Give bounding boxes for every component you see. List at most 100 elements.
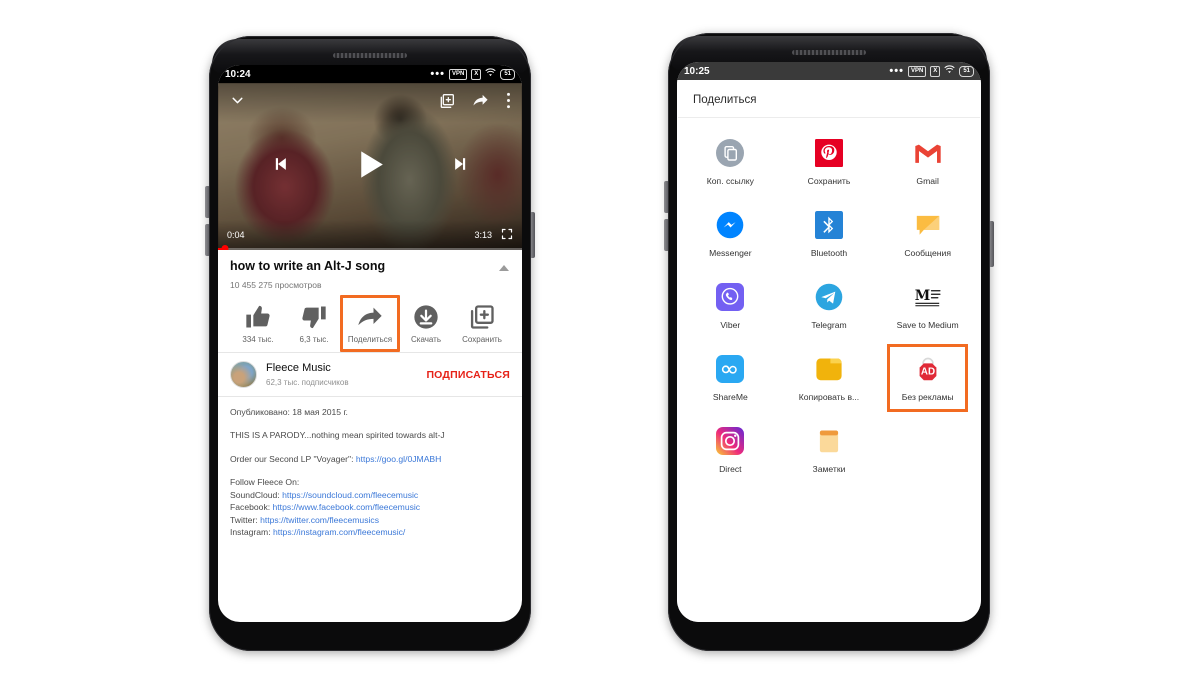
- video-action-bar: 334 тыс. 6,3 тыс. Поделиться Скачать Сох…: [230, 295, 510, 352]
- share-button-label: Поделиться: [347, 335, 393, 344]
- download-button[interactable]: Скачать: [398, 298, 454, 348]
- share-target-viber[interactable]: Viber: [681, 270, 780, 342]
- facebook-line: Facebook: https://www.facebook.com/fleec…: [230, 501, 510, 513]
- caret-up-icon[interactable]: [498, 261, 510, 275]
- power-button[interactable]: [989, 221, 994, 267]
- order-lp-link[interactable]: https://goo.gl/0JMABH: [356, 454, 442, 464]
- player-bottom-bar: 0:04 3:13: [218, 220, 522, 250]
- volume-up-button[interactable]: [205, 186, 210, 218]
- share-target-label: ShareMe: [712, 392, 748, 402]
- share-target-gmail[interactable]: Gmail: [878, 126, 977, 198]
- progress-scrubber-handle[interactable]: [221, 245, 229, 250]
- chevron-down-icon[interactable]: [229, 92, 246, 114]
- video-progress-bar[interactable]: [218, 245, 522, 250]
- skip-previous-icon[interactable]: [270, 154, 290, 179]
- view-count-label: 10 455 275 просмотров: [230, 280, 322, 290]
- fullscreen-icon[interactable]: [501, 228, 513, 242]
- volume-down-button[interactable]: [664, 219, 669, 251]
- current-time-label: 0:04: [227, 230, 245, 240]
- save-button-label: Сохранить: [462, 335, 502, 344]
- grid-empty-cell: [878, 414, 977, 486]
- no-signal-icon: X: [471, 68, 482, 80]
- share-target-label: Bluetooth: [810, 248, 848, 258]
- share-target-messages[interactable]: Сообщения: [878, 198, 977, 270]
- messenger-icon: [717, 211, 744, 239]
- vpn-icon: VPN: [448, 68, 468, 80]
- share-target-label: Save to Medium: [896, 320, 959, 330]
- like-button[interactable]: 334 тыс.: [230, 298, 286, 348]
- pinterest-icon: [814, 139, 843, 167]
- duration-label: 3:13: [474, 230, 492, 240]
- facebook-label: Facebook:: [230, 502, 273, 513]
- share-sheet: Поделиться Коп. ссылку Сохранить Gmail M…: [677, 80, 981, 622]
- page-title: how to write an Alt-J song: [230, 259, 386, 273]
- soundcloud-line: SoundCloud: https://soundcloud.com/fleec…: [230, 489, 510, 501]
- soundcloud-link[interactable]: https://soundcloud.com/fleecemusic: [282, 490, 418, 500]
- battery-icon: 51: [959, 65, 974, 77]
- vpn-icon: VPN: [907, 65, 927, 77]
- messages-icon: [916, 215, 939, 235]
- video-player[interactable]: 0:04 3:13: [218, 83, 522, 250]
- right-phone-screen: 10:25 ••• VPN X 51 Поделиться Коп. ссылк…: [677, 62, 981, 622]
- share-arrow-icon[interactable]: [472, 92, 489, 114]
- right-status-bar: 10:25 ••• VPN X 51: [677, 62, 981, 80]
- file-manager-icon: [816, 358, 842, 381]
- add-to-queue-icon[interactable]: [439, 93, 455, 114]
- thumbs-down-icon: [302, 306, 326, 329]
- volume-up-button[interactable]: [664, 181, 669, 213]
- video-title-row[interactable]: how to write an Alt-J song: [230, 259, 510, 275]
- subscribe-button[interactable]: ПОДПИСАТЬСЯ: [426, 369, 510, 381]
- status-time: 10:25: [684, 65, 710, 77]
- share-target-label: Без рекламы: [901, 392, 954, 402]
- like-count-label: 334 тыс.: [242, 335, 274, 344]
- share-target-label: Копировать в...: [798, 392, 860, 402]
- bluetooth-icon: [814, 211, 843, 239]
- status-dots-icon: •••: [430, 68, 445, 80]
- medium-icon: M: [914, 288, 941, 307]
- telegram-icon: [815, 283, 843, 311]
- video-meta-section: how to write an Alt-J song 10 455 275 пр…: [218, 250, 522, 352]
- share-sheet-title: Поделиться: [693, 94, 757, 106]
- share-arrow-icon: [358, 307, 382, 326]
- power-button[interactable]: [530, 212, 535, 258]
- viber-icon: [716, 283, 745, 311]
- share-target-shareme[interactable]: ShareMe: [681, 342, 780, 414]
- instagram-label: Instagram:: [230, 527, 273, 538]
- share-target-pinterest[interactable]: Сохранить: [780, 126, 879, 198]
- parody-note: THIS IS A PARODY...nothing mean spirited…: [230, 430, 445, 441]
- instagram-link[interactable]: https://instagram.com/fleecemusic/: [273, 527, 405, 537]
- status-time: 10:24: [225, 68, 251, 80]
- share-target-bluetooth[interactable]: Bluetooth: [780, 198, 879, 270]
- share-target-copy-to[interactable]: Копировать в...: [780, 342, 879, 414]
- share-target-notes[interactable]: Заметки: [780, 414, 879, 486]
- channel-row[interactable]: Fleece Music 62,3 тыс. подписчиков ПОДПИ…: [218, 353, 522, 396]
- share-button[interactable]: Поделиться: [340, 295, 400, 352]
- volume-down-button[interactable]: [205, 224, 210, 256]
- soundcloud-label: SoundCloud:: [230, 489, 283, 500]
- share-target-messenger[interactable]: Messenger: [681, 198, 780, 270]
- save-button[interactable]: Сохранить: [454, 298, 510, 348]
- channel-text: Fleece Music 62,3 тыс. подписчиков: [266, 362, 417, 386]
- play-icon[interactable]: [352, 146, 389, 188]
- skip-next-icon[interactable]: [451, 154, 471, 179]
- share-target-direct[interactable]: Direct: [681, 414, 780, 486]
- player-transport-controls: [218, 146, 522, 188]
- share-target-label: Заметки: [812, 464, 846, 474]
- share-target-medium[interactable]: M Save to Medium: [878, 270, 977, 342]
- share-target-adguard[interactable]: AD Без рекламы: [878, 342, 977, 414]
- dislike-button[interactable]: 6,3 тыс.: [286, 298, 342, 348]
- share-target-label: Viber: [720, 320, 741, 330]
- twitter-link[interactable]: https://twitter.com/fleecemusics: [260, 515, 379, 525]
- video-description: Опубликовано: 18 мая 2015 г. THIS IS A P…: [218, 397, 522, 549]
- share-target-telegram[interactable]: Telegram: [780, 270, 879, 342]
- instagram-direct-icon: [716, 427, 745, 455]
- save-to-playlist-icon: [470, 305, 494, 329]
- right-phone-device: 10:25 ••• VPN X 51 Поделиться Коп. ссылк…: [664, 33, 994, 651]
- dislike-count-label: 6,3 тыс.: [299, 335, 329, 344]
- thumbs-up-icon: [246, 305, 270, 328]
- facebook-link[interactable]: https://www.facebook.com/fleecemusic: [273, 502, 421, 512]
- more-vertical-icon[interactable]: [506, 92, 511, 114]
- svg-text:M: M: [914, 288, 930, 304]
- order-lp-text: Order our Second LP "Voyager":: [230, 453, 356, 464]
- share-target-copy-link[interactable]: Коп. ссылку: [681, 126, 780, 198]
